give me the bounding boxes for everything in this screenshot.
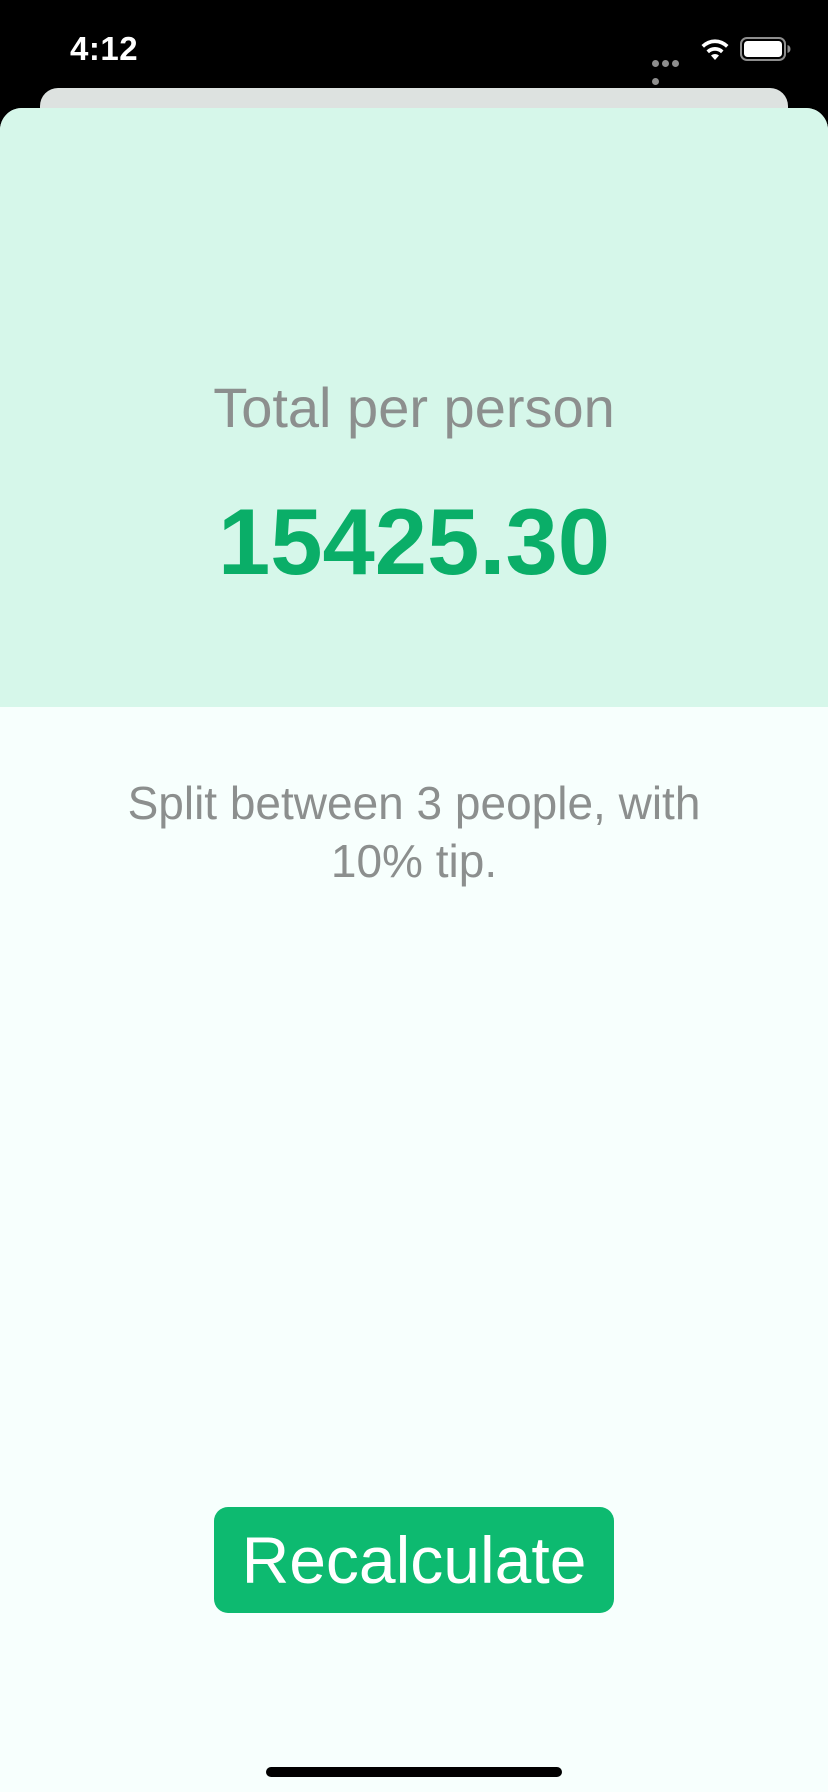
split-details-text: Split between 3 people, with 10% tip.: [127, 777, 701, 887]
result-panel: Total per person 15425.30: [0, 108, 828, 707]
cellular-signal-icon: [652, 54, 690, 85]
total-per-person-value: 15425.30: [217, 489, 611, 594]
recalculate-button[interactable]: Recalculate: [214, 1507, 614, 1613]
status-time: 4:12: [70, 30, 139, 67]
battery-icon: [740, 37, 791, 61]
home-indicator: [266, 1767, 562, 1777]
status-bar: 4:12: [0, 0, 828, 100]
total-per-person-label: Total per person: [213, 376, 615, 439]
wifi-icon: [701, 39, 729, 60]
